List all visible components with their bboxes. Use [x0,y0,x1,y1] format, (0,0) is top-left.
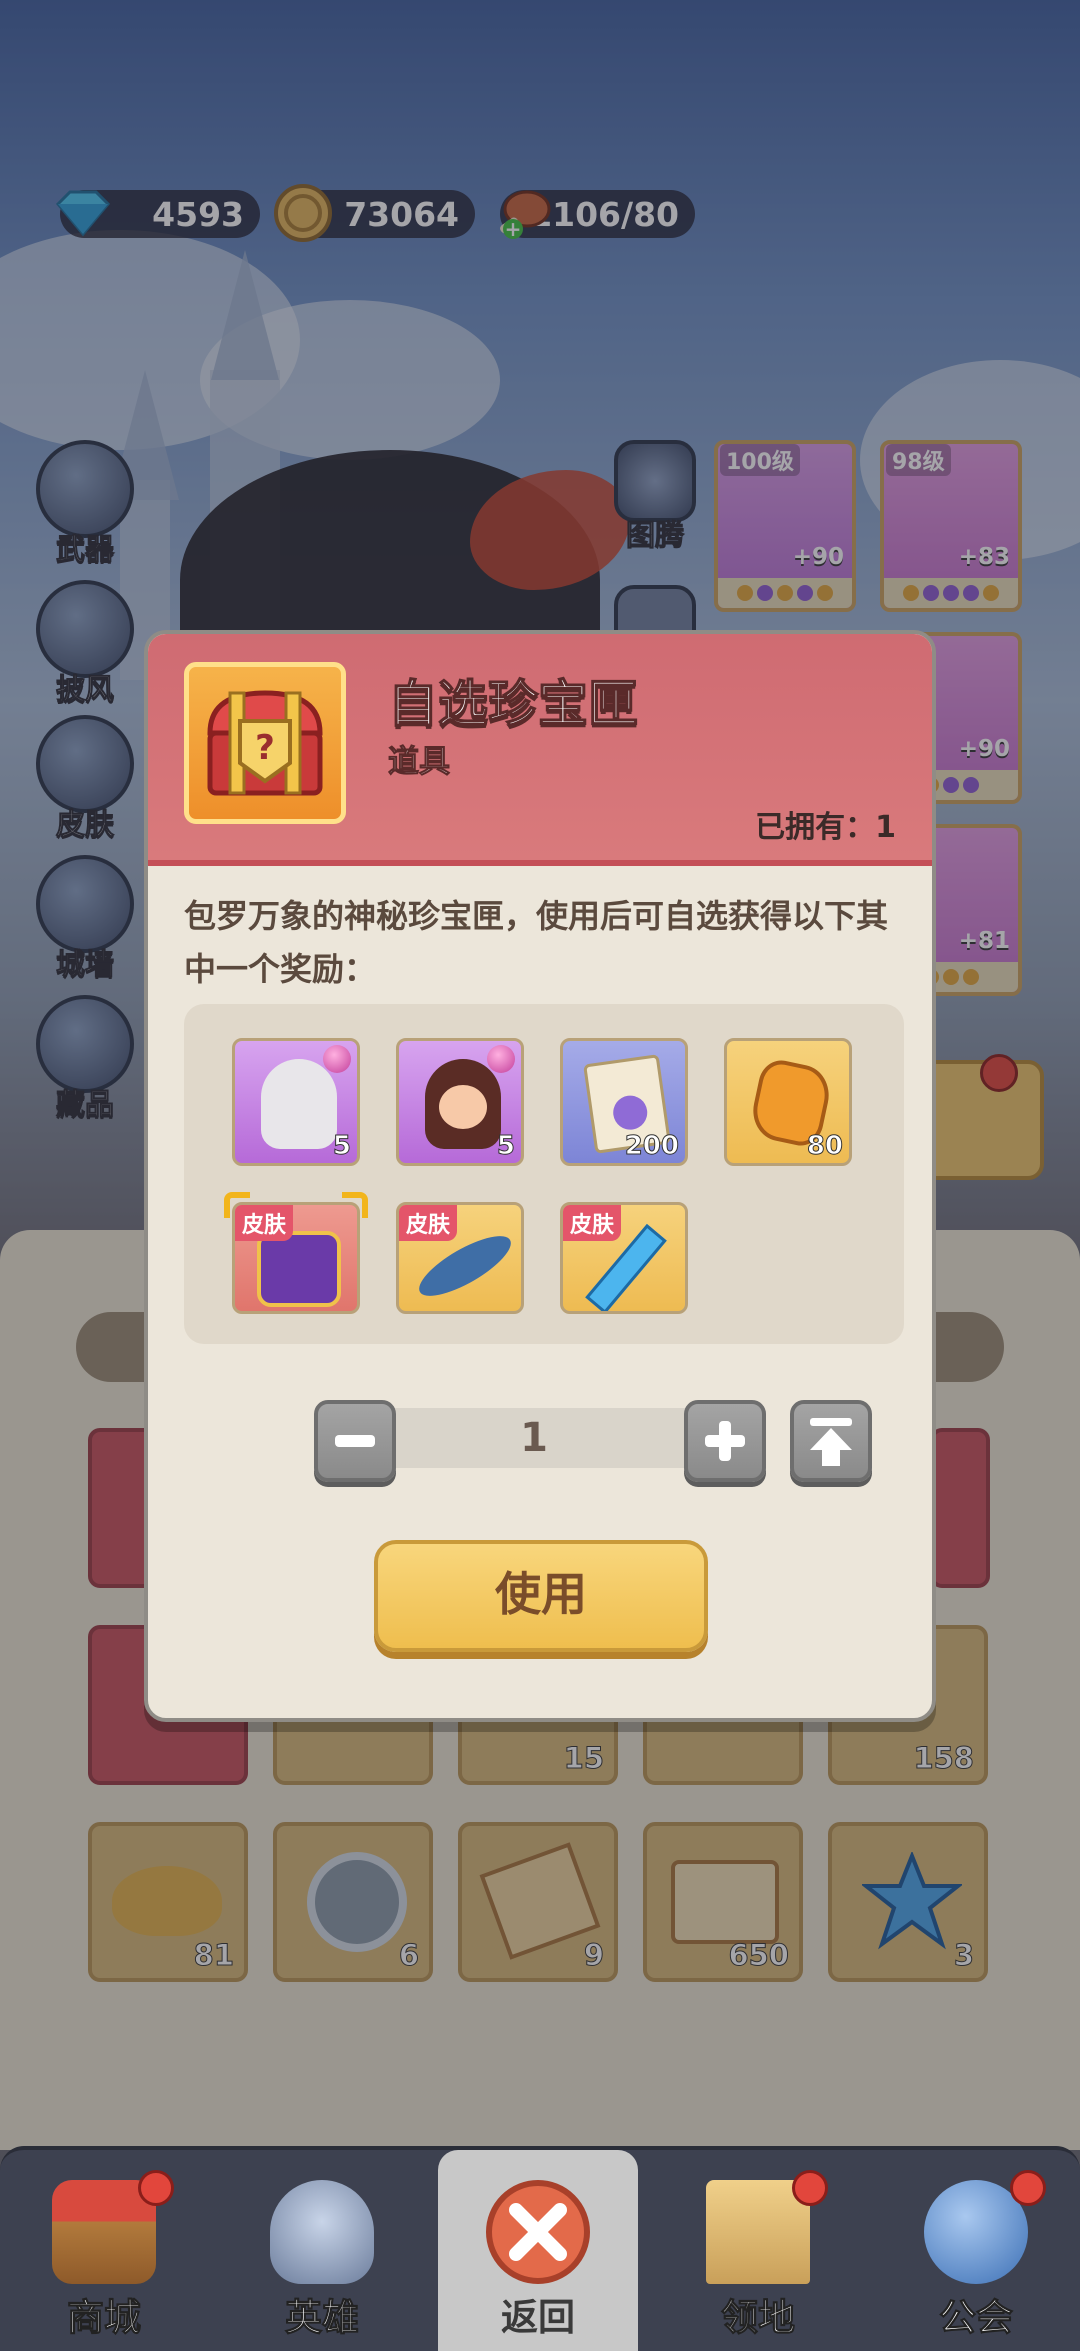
treasure-chest-icon: ? [184,662,346,824]
item-description: 包罗万象的神秘珍宝匣，使用后可自选获得以下其中一个奖励： [184,897,889,988]
modal-header: ? 自选珍宝匣 道具 已拥有：1 [148,634,932,866]
max-quantity-button[interactable] [790,1400,872,1482]
reward-option[interactable]: 80 [724,1038,852,1166]
soul-gem-icon [323,1045,351,1073]
reward-option[interactable]: 5 [396,1038,524,1166]
nav-hero[interactable]: 英雄 [222,2150,422,2351]
item-title: 自选珍宝匣 [387,674,639,734]
nav-back[interactable]: 返回 [438,2150,638,2351]
item-type: 道具 [388,744,451,781]
svg-text:?: ? [255,728,275,768]
close-icon [486,2180,590,2284]
reward-option-selected[interactable]: 皮肤 [232,1202,360,1314]
purple-chest-icon [257,1231,341,1307]
soul-gem-icon [487,1045,515,1073]
notification-dot [1010,2170,1046,2206]
item-detail-modal: ? 自选珍宝匣 道具 已拥有：1 包罗万象的神秘珍宝匣，使用后可自选获得以下其中… [144,630,936,1722]
notification-dot [792,2170,828,2206]
helmet-icon [270,2180,374,2284]
quantity-stepper: 1 [314,1400,770,1482]
hero-face [439,1085,487,1129]
reward-option[interactable]: 皮肤 [396,1202,524,1314]
planet-icon [611,1093,650,1132]
selection-frame [224,1192,250,1218]
decrease-button[interactable] [314,1400,396,1482]
reward-option[interactable]: 皮肤 [560,1202,688,1314]
reward-option[interactable]: 5 [232,1038,360,1166]
max-arrow-icon [810,1418,852,1466]
minus-icon [335,1435,375,1447]
bottom-navigation: 商城 英雄 返回 领地 公会 [0,2146,1080,2351]
hero-portrait-icon [261,1059,337,1149]
reward-option[interactable]: 200 [560,1038,688,1166]
use-button[interactable]: 使用 [374,1540,708,1652]
reward-options-panel: 5 5 200 80 皮肤 皮肤 皮肤 [184,1004,904,1344]
notification-dot [138,2170,174,2206]
increase-button[interactable] [684,1400,766,1482]
nav-territory[interactable]: 领地 [658,2150,858,2351]
nav-shop[interactable]: 商城 [4,2150,204,2351]
plus-icon [705,1421,745,1461]
quantity-value[interactable]: 1 [354,1408,714,1468]
owned-count: 已拥有：1 [755,810,896,845]
nav-guild[interactable]: 公会 [876,2150,1076,2351]
selection-frame [342,1192,368,1218]
